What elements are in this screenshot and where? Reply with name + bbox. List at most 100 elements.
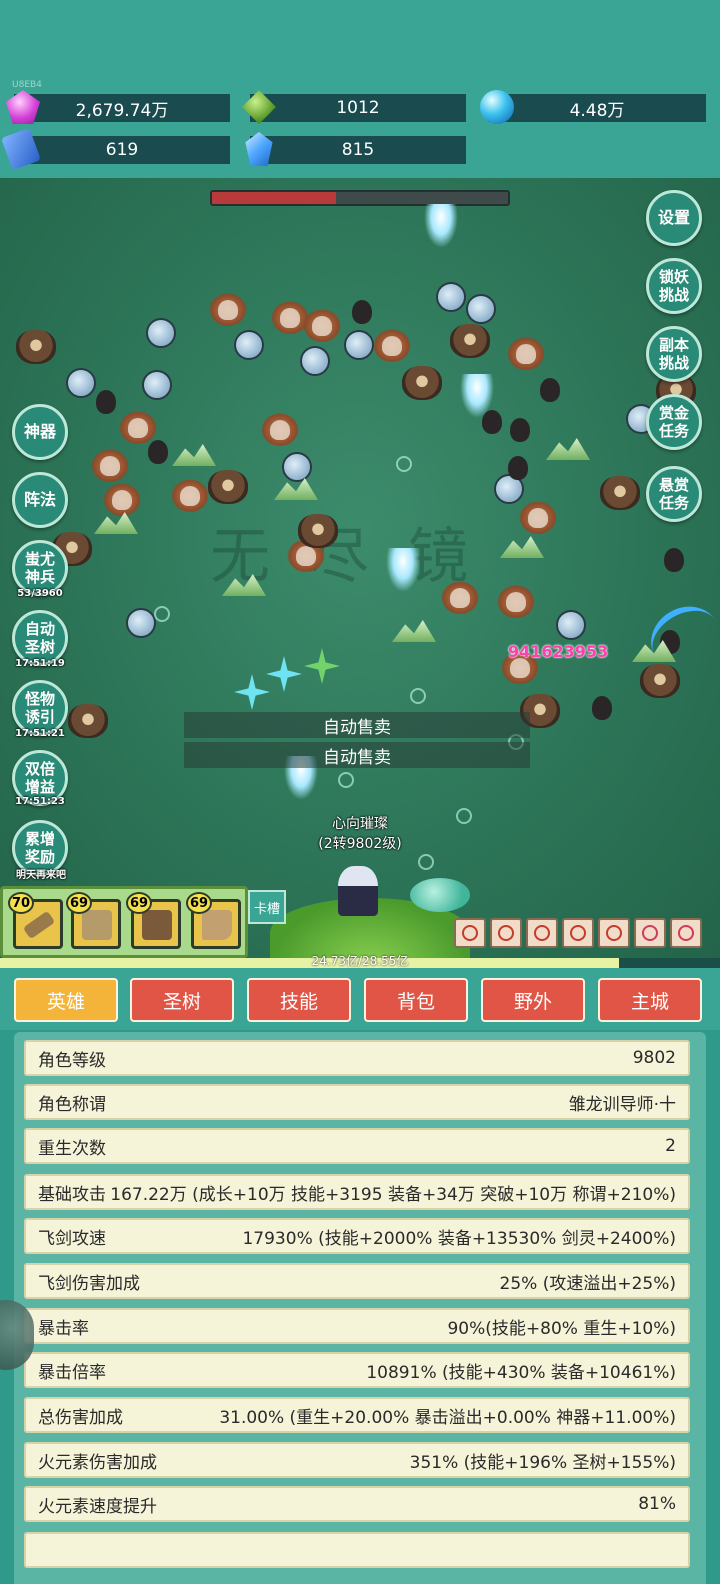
tab-wild[interactable]: 野外 (481, 978, 585, 1022)
dungeon-challenge-button[interactable]: 副本挑战 (646, 326, 702, 382)
bubble-effect (154, 606, 170, 622)
equip-slot-weapon[interactable]: 70 (8, 892, 63, 949)
equip-slot-armor[interactable]: 69 (126, 892, 181, 949)
bubble-effect (410, 688, 426, 704)
stat-value: 9802 (632, 1048, 676, 1068)
experience-text: 24.73亿/28.55亿 (311, 954, 409, 968)
stat-row-total-damage: 总伤害加成 31.00% (重生+20.00% 暴击溢出+0.00% 神器+11.… (24, 1397, 690, 1433)
skill-slot[interactable] (598, 918, 630, 948)
egg-enemy (592, 696, 612, 720)
bonsai-tree (410, 878, 470, 912)
cumulative-reward-label: 累增奖励 (24, 830, 55, 866)
player-nameplate: 心向璀璨 (2转9802级) (290, 814, 430, 854)
deer-enemy (556, 610, 586, 640)
shirt-icon (82, 910, 112, 940)
skill-slot[interactable] (490, 918, 522, 948)
reward-task-button[interactable]: 悬赏任务 (646, 466, 702, 522)
moth-enemy (494, 582, 538, 618)
moth-enemy (88, 446, 132, 482)
moth-enemy (516, 498, 560, 534)
egg-enemy (352, 300, 372, 324)
skill-rune-icon (570, 925, 586, 941)
jade-icon (242, 90, 276, 124)
settings-label: 设置 (657, 208, 690, 227)
equip-slot-boots[interactable]: 69 (186, 892, 241, 949)
deer-enemy (282, 452, 312, 482)
resource-gem: 2,679.74万 (6, 90, 230, 124)
player-level: (2转9802级) (318, 836, 402, 852)
skill-slot[interactable] (454, 918, 486, 948)
artifact-button[interactable]: 神器 (12, 404, 68, 460)
bubble-effect (338, 772, 354, 788)
resource-jade: 1012 (242, 90, 466, 124)
dungeon-challenge-label: 副本挑战 (658, 336, 689, 372)
deer-enemy (436, 282, 466, 312)
tab-main-city[interactable]: 主城 (598, 978, 702, 1022)
card-slot-button[interactable]: 卡槽 (248, 890, 286, 924)
double-buff-timer: 17:51:23 (15, 796, 65, 807)
settings-button[interactable]: 设置 (646, 190, 702, 246)
moth-enemy (370, 326, 414, 362)
stat-value: 90%(技能+80% 重生+10%) (447, 1318, 676, 1339)
skill-slot[interactable] (562, 918, 594, 948)
boots-icon (202, 910, 232, 940)
hero-character[interactable] (338, 866, 378, 916)
stat-row-sword-speed: 飞剑攻速 17930% (技能+2000% 装备+13530% 剑灵+2400%) (24, 1218, 690, 1254)
boomerang-icon (22, 910, 56, 940)
tab-hero[interactable]: 英雄 (14, 978, 118, 1022)
bull-enemy (600, 476, 640, 510)
skill-slot[interactable] (670, 918, 702, 948)
stat-row-sword-damage: 飞剑伤害加成 25% (攻速溢出+25%) (24, 1263, 690, 1299)
armor-icon (142, 910, 172, 940)
demon-lock-challenge-button[interactable]: 锁妖挑战 (646, 258, 702, 314)
stat-value: 351% (技能+196% 圣树+155%) (409, 1452, 676, 1473)
auto-tree-timer: 17:51:19 (15, 658, 65, 669)
bounty-task-button[interactable]: 赏金任务 (646, 394, 702, 450)
stat-row-title: 角色称谓 雏龙训导师·十 (24, 1084, 690, 1120)
stat-value: 2 (665, 1136, 676, 1156)
auto-sell-toast: 自动售卖 (184, 712, 530, 738)
bubble-effect (396, 456, 412, 472)
egg-enemy (96, 390, 116, 414)
main-tab-bar: 英雄 圣树 技能 背包 野外 主城 (0, 968, 720, 1030)
stat-row-base-attack: 基础攻击 167.22万 (成长+10万 技能+3195 装备+34万 突破+10… (24, 1174, 690, 1210)
bull-enemy (450, 324, 490, 358)
equip-level-badge: 69 (126, 892, 152, 914)
deer-enemy (142, 370, 172, 400)
bull-enemy (298, 514, 338, 548)
stat-row-partial (24, 1532, 690, 1568)
egg-enemy (508, 456, 528, 480)
deer-enemy (146, 318, 176, 348)
moth-enemy (258, 410, 302, 446)
tab-backpack[interactable]: 背包 (364, 978, 468, 1022)
equip-level-badge: 69 (66, 892, 92, 914)
bubble-effect (418, 854, 434, 870)
stat-label: 飞剑伤害加成 (38, 1273, 140, 1294)
stat-label: 火元素速度提升 (38, 1496, 157, 1517)
skill-slot[interactable] (526, 918, 558, 948)
stat-value: 167.22万 (成长+10万 技能+3195 装备+34万 突破+10万 称谓… (110, 1184, 676, 1205)
stat-row-crit-multiplier: 暴击倍率 10891% (技能+430% 装备+10461%) (24, 1352, 690, 1388)
skill-slot[interactable] (634, 918, 666, 948)
tab-holy-tree[interactable]: 圣树 (130, 978, 234, 1022)
deer-enemy (234, 330, 264, 360)
tent-enemy (172, 444, 216, 466)
deer-enemy (344, 330, 374, 360)
moth-enemy (504, 334, 548, 370)
formation-button[interactable]: 阵法 (12, 472, 68, 528)
tab-skills[interactable]: 技能 (247, 978, 351, 1022)
stat-label: 暴击倍率 (38, 1362, 106, 1383)
bounty-task-label: 赏金任务 (658, 404, 689, 440)
resource-jade-value: 1012 (336, 98, 380, 118)
resource-crystal: 815 (245, 132, 466, 166)
bull-enemy (402, 366, 442, 400)
stat-row-crit-rate: 暴击率 90%(技能+80% 重生+10%) (24, 1308, 690, 1344)
deer-enemy (66, 368, 96, 398)
artifact-label: 神器 (23, 422, 56, 441)
deer-enemy (300, 346, 330, 376)
equip-slot-top[interactable]: 69 (66, 892, 121, 949)
stat-label: 暴击率 (38, 1318, 89, 1339)
resource-crystal-value: 815 (341, 140, 375, 160)
resource-orb-value: 4.48万 (569, 100, 625, 121)
egg-enemy (664, 548, 684, 572)
